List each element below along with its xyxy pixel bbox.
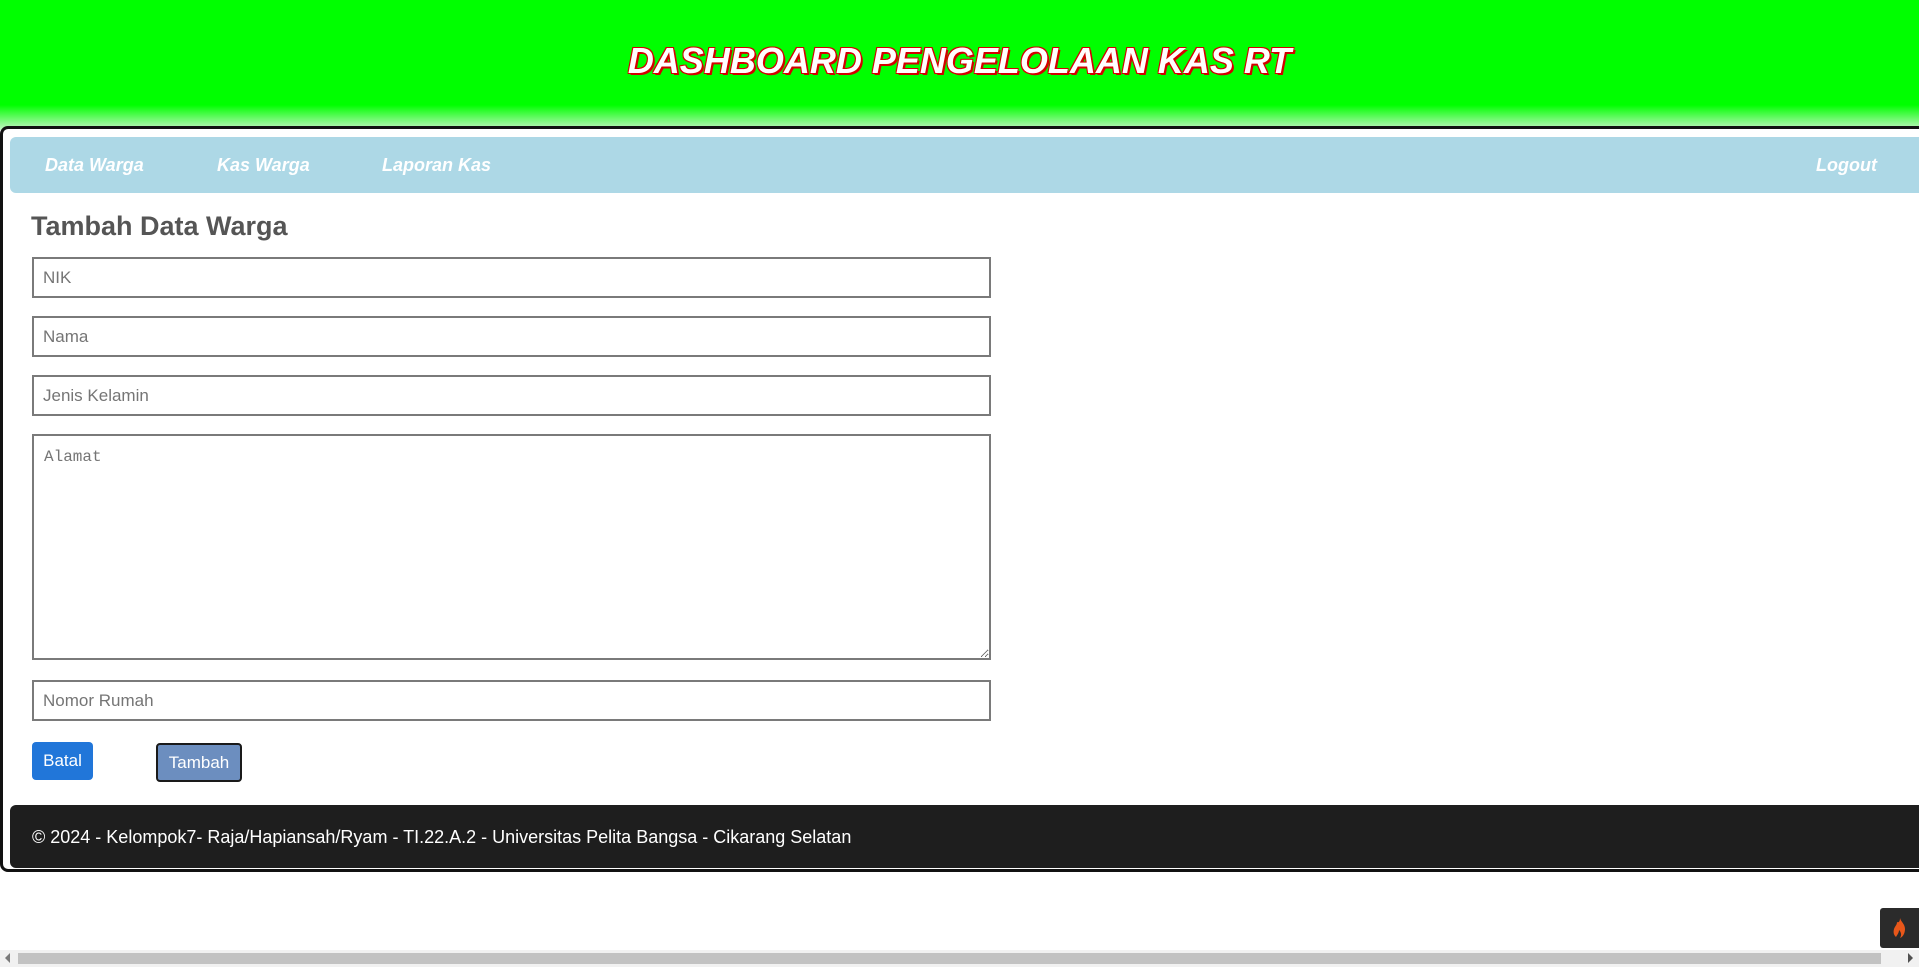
footer: © 2024 - Kelompok7- Raja/Hapiansah/Ryam … [10, 805, 1919, 868]
form-title: Tambah Data Warga [31, 211, 288, 241]
navbar: Data Warga Kas Warga Laporan Kas Logout [10, 137, 1919, 193]
nomor-rumah-input[interactable] [32, 680, 991, 721]
batal-button[interactable]: Batal [32, 742, 93, 780]
scroll-left-arrow-icon[interactable] [5, 953, 10, 963]
nav-item-laporan-kas[interactable]: Laporan Kas [382, 155, 491, 176]
scroll-right-arrow-icon[interactable] [1908, 953, 1913, 963]
nav-item-logout[interactable]: Logout [1816, 155, 1877, 176]
alamat-textarea[interactable] [32, 434, 991, 660]
nav-item-data-warga[interactable]: Data Warga [45, 155, 144, 176]
nik-input[interactable] [32, 257, 991, 298]
scrollbar-thumb[interactable] [18, 953, 1881, 964]
nav-item-kas-warga[interactable]: Kas Warga [217, 155, 310, 176]
flame-icon [1893, 918, 1905, 938]
floating-action-button[interactable] [1880, 908, 1919, 948]
nama-input[interactable] [32, 316, 991, 357]
dashboard-title: DASHBOARD PENGELOLAAN KAS RT [627, 40, 1292, 81]
page-header: DASHBOARD PENGELOLAAN KAS RT [0, 0, 1919, 130]
tambah-button[interactable]: Tambah [156, 743, 242, 782]
footer-copyright: © 2024 - Kelompok7- Raja/Hapiansah/Ryam … [32, 827, 852, 847]
jenis-kelamin-input[interactable] [32, 375, 991, 416]
horizontal-scrollbar[interactable] [0, 950, 1919, 967]
main-container: Data Warga Kas Warga Laporan Kas Logout … [0, 126, 1919, 872]
